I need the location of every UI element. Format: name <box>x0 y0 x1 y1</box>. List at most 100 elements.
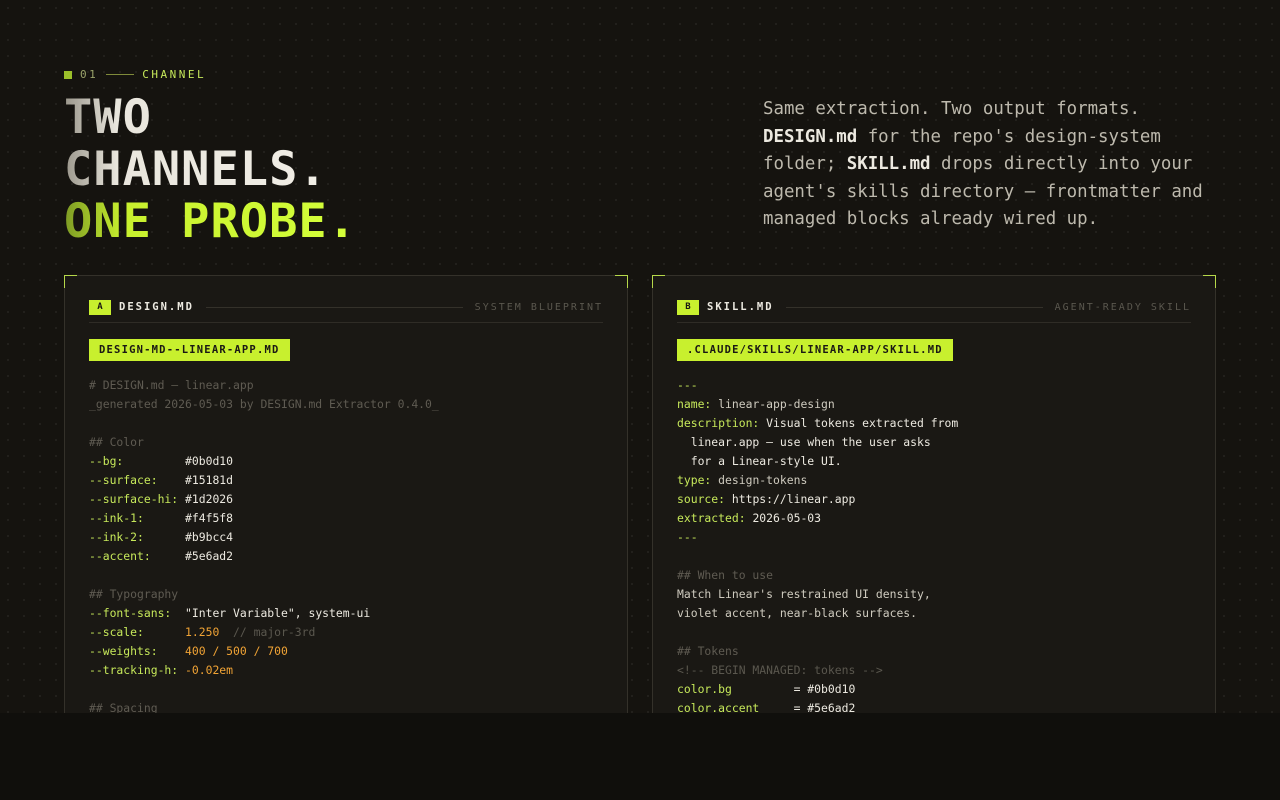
code-key: --tracking-h: <box>89 663 186 677</box>
code-line: --surface: #15181d <box>89 471 607 490</box>
page-title: TWO CHANNELS. ONE PROBE. <box>64 92 357 248</box>
code-line: type: design-tokens <box>677 471 1195 490</box>
code-value: https://linear.app <box>731 492 856 506</box>
corner-bracket-icon <box>615 275 628 288</box>
code-value: 2026-05-03 <box>752 511 822 525</box>
code-value: Match Linear's restrained UI density, <box>677 587 931 601</box>
code-line: _generated 2026-05-03 by DESIGN.md Extra… <box>89 395 607 414</box>
code-line: --tracking-h: -0.02em <box>89 661 607 680</box>
code-line: color.bg = #0b0d10 <box>677 680 1195 699</box>
code-key: --font-sans: <box>89 606 186 620</box>
corner-bracket-icon <box>1203 275 1216 288</box>
code-key: --ink-1: <box>89 511 186 525</box>
code-key: --weights: <box>89 644 186 658</box>
code-key: extracted: <box>677 511 753 525</box>
code-number: 400 / 500 / 700 <box>185 644 288 658</box>
code-value: #15181d <box>185 473 234 487</box>
intro-skill-md: SKILL.md <box>846 154 931 175</box>
code-value: = #0b0d10 <box>793 682 856 696</box>
code-value: linear-app-design <box>718 397 835 411</box>
code-value: = #5e6ad2 <box>793 701 856 713</box>
code-key: --accent: <box>89 549 186 563</box>
code-line: --surface-hi: #1d2026 <box>89 490 607 509</box>
code-value: ## Color <box>89 435 144 449</box>
panel-header: A DESIGN.MD SYSTEM BLUEPRINT <box>89 299 603 315</box>
code-line: linear.app — use when the user asks <box>677 433 1195 452</box>
code-value: #b9bcc4 <box>185 530 234 544</box>
file-path-chip: DESIGN-MD--LINEAR-APP.MD <box>89 339 290 361</box>
code-line: --ink-1: #f4f5f8 <box>89 509 607 528</box>
eyebrow-number: 01 <box>80 68 99 81</box>
code-line: ## Tokens <box>677 642 1195 661</box>
panel-header-rule <box>205 306 463 308</box>
code-value: Visual tokens extracted from <box>766 416 959 430</box>
code-line: ## When to use <box>677 566 1195 585</box>
code-key: color.accent <box>677 701 794 713</box>
panel-subtitle: AGENT-READY SKILL <box>1054 301 1191 313</box>
code-line: source: https://linear.app <box>677 490 1195 509</box>
code-key: source: <box>677 492 732 506</box>
code-value: #5e6ad2 <box>185 549 234 563</box>
code-key: --surface: <box>89 473 186 487</box>
code-key: --surface-hi: <box>89 492 186 506</box>
title-line-2: CHANNELS. <box>64 144 357 196</box>
code-number: 1.250 <box>185 625 220 639</box>
eyebrow-square-icon <box>64 70 72 79</box>
title-line-3: ONE PROBE. <box>64 194 357 249</box>
code-value: for a Linear-style UI. <box>677 454 842 468</box>
code-value: ## When to use <box>677 568 774 582</box>
panel-divider <box>677 322 1191 323</box>
corner-bracket-icon <box>652 275 665 288</box>
code-key: color.bg <box>677 682 794 696</box>
code-line: extracted: 2026-05-03 <box>677 509 1195 528</box>
intro-design-md: DESIGN.md <box>763 126 858 147</box>
code-comment: // major-3rd <box>219 625 316 639</box>
code-value: "Inter Variable", system-ui <box>185 606 371 620</box>
corner-bracket-icon <box>64 275 77 288</box>
code-block: # DESIGN.md — linear.app _generated 2026-… <box>89 376 607 713</box>
panel-title: SKILL.MD <box>707 301 774 313</box>
code-value: linear.app — use when the user asks <box>677 435 931 449</box>
eyebrow-label: CHANNEL <box>142 68 207 81</box>
code-line: description: Visual tokens extracted fro… <box>677 414 1195 433</box>
code-line: violet accent, near-black surfaces. <box>677 604 1195 623</box>
code-key: --ink-2: <box>89 530 186 544</box>
section-eyebrow: 01 CHANNEL <box>64 68 206 81</box>
code-key: description: <box>677 416 767 430</box>
panel-divider <box>89 322 603 323</box>
code-key: type: <box>677 473 719 487</box>
code-key: --bg: <box>89 454 186 468</box>
code-value: ## Typography <box>89 587 179 601</box>
bottom-band <box>0 713 1280 800</box>
code-value: design-tokens <box>718 473 808 487</box>
code-line: color.accent = #5e6ad2 <box>677 699 1195 713</box>
code-value: violet accent, near-black surfaces. <box>677 606 918 620</box>
code-line: --scale: 1.250 // major-3rd <box>89 623 607 642</box>
code-line: --weights: 400 / 500 / 700 <box>89 642 607 661</box>
panel-title: DESIGN.MD <box>119 301 194 313</box>
skill-md-panel: B SKILL.MD AGENT-READY SKILL .CLAUDE/SKI… <box>652 275 1216 713</box>
code-line: --- <box>677 528 1195 547</box>
code-value: #1d2026 <box>185 492 234 506</box>
code-line: --- <box>677 376 1195 395</box>
design-md-panel: A DESIGN.MD SYSTEM BLUEPRINT DESIGN-MD--… <box>64 275 628 713</box>
code-value: #f4f5f8 <box>185 511 234 525</box>
code-value: ## Spacing <box>89 701 158 713</box>
panel-tag: B <box>677 299 699 315</box>
code-value: _generated 2026-05-03 by DESIGN.md Extra… <box>89 397 439 411</box>
code-line: <!-- BEGIN MANAGED: tokens --> <box>677 661 1195 680</box>
code-key: name: <box>677 397 719 411</box>
code-key: --scale: <box>89 625 186 639</box>
code-line: ## Spacing <box>89 699 607 713</box>
code-line: for a Linear-style UI. <box>677 452 1195 471</box>
code-value: #0b0d10 <box>185 454 234 468</box>
code-value: ## Tokens <box>677 644 739 658</box>
code-block: --- name: linear-app-design description: V… <box>677 376 1195 713</box>
code-key: --- <box>677 530 698 544</box>
panel-subtitle: SYSTEM BLUEPRINT <box>474 301 603 313</box>
intro-paragraph: Same extraction. Two output formats. DES… <box>763 96 1233 234</box>
